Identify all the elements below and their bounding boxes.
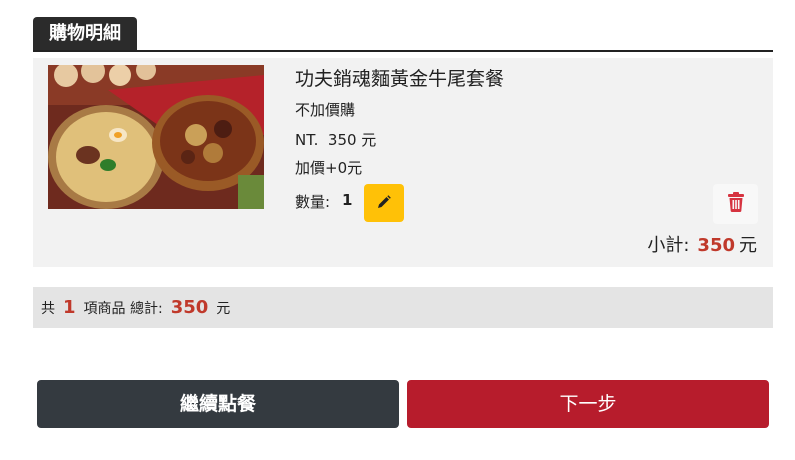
section-header: 購物明細 — [33, 17, 773, 52]
quantity-value: 1 — [342, 191, 353, 209]
item-name: 功夫銷魂麵黃金牛尾套餐 — [295, 68, 505, 90]
item-subtotal: 小計: 350 元 — [647, 231, 757, 257]
summary-mid: 項商品 總計: — [83, 301, 163, 317]
item-addon: 不加價購 — [295, 101, 356, 119]
item-price: NT. 350 元 — [295, 131, 377, 149]
summary-prefix: 共 — [41, 301, 55, 317]
section-title: 購物明細 — [33, 17, 137, 50]
subtotal-unit: 元 — [739, 235, 757, 256]
trash-icon — [727, 192, 745, 216]
summary-unit: 元 — [216, 301, 231, 317]
quantity-label: 數量: — [295, 193, 331, 211]
subtotal-amount: 350 — [697, 235, 735, 256]
order-total: 350 — [170, 297, 209, 318]
continue-ordering-button[interactable]: 繼續點餐 — [37, 380, 399, 428]
pencil-icon — [377, 194, 391, 213]
item-count: 1 — [63, 297, 76, 318]
cart-item: 功夫銷魂麵黃金牛尾套餐 不加價購 NT. 350 元 加價+0元 數量: 1 小… — [33, 58, 773, 267]
order-summary: 共 1 項商品 總計: 350 元 — [33, 287, 773, 328]
edit-quantity-button[interactable] — [364, 184, 404, 222]
next-step-button[interactable]: 下一步 — [407, 380, 769, 428]
item-extra-price: 加價+0元 — [295, 159, 363, 177]
product-image — [48, 65, 264, 209]
delete-item-button[interactable] — [713, 184, 758, 224]
subtotal-label: 小計: — [647, 235, 690, 256]
